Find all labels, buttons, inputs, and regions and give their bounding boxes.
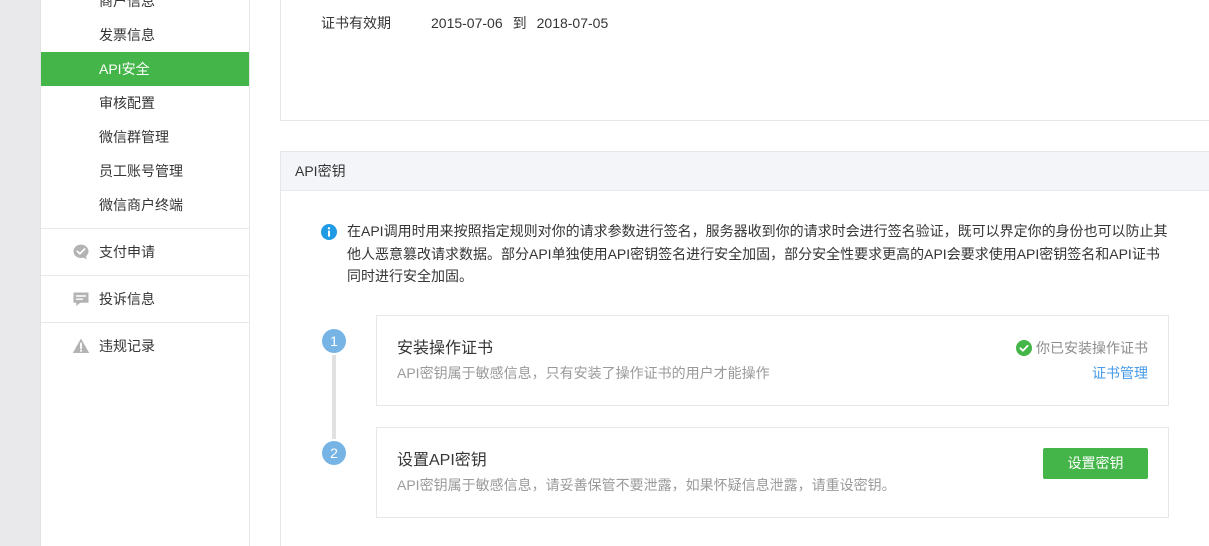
step-description: API密钥属于敏感信息，只有安装了操作证书的用户才能操作 — [397, 365, 770, 381]
api-key-panel-header: API密钥 — [281, 152, 1209, 191]
step-description: API密钥属于敏感信息，请妥善保管不要泄露，如果怀疑信息泄露，请重设密钥。 — [397, 477, 896, 493]
step-number-badge: 1 — [322, 329, 346, 353]
step-set-api-key: 设置API密钥 API密钥属于敏感信息，请妥善保管不要泄露，如果怀疑信息泄露，请… — [376, 427, 1169, 518]
sidebar-item-wechat-merchant-terminal[interactable]: 微信商户终端 — [41, 188, 249, 222]
certificate-end-date: 2018-07-05 — [536, 15, 609, 31]
set-api-key-button[interactable]: 设置密钥 — [1043, 448, 1148, 479]
certificate-start-date: 2015-07-06 — [431, 15, 503, 31]
sidebar-account-menu: 商户信息 发票信息 API安全 审核配置 微信群管理 员工账号管理 微信商户终端 — [41, 0, 249, 229]
step-connector-line — [332, 341, 336, 453]
sidebar-item-review-config[interactable]: 审核配置 — [41, 86, 249, 120]
sidebar-item-merchant-info[interactable]: 商户信息 — [41, 0, 249, 18]
sidebar-group-complaint-info[interactable]: 投诉信息 — [41, 276, 249, 323]
sidebar-group-payment-application[interactable]: 支付申请 — [41, 229, 249, 276]
complaint-message-icon — [72, 290, 90, 308]
step-title: 安装操作证书 — [397, 340, 494, 357]
check-circle-icon — [1016, 340, 1032, 356]
step-title: 设置API密钥 — [397, 452, 487, 469]
certificate-installed-text: 你已安装操作证书 — [1036, 340, 1148, 356]
certificate-validity-row: 证书有效期 2015-07-06 到 2018-07-05 — [321, 13, 608, 33]
certificate-installed-status: 你已安装操作证书 — [1016, 338, 1148, 358]
step-install-certificate: 安装操作证书 API密钥属于敏感信息，只有安装了操作证书的用户才能操作 你已安装… — [376, 315, 1169, 406]
sidebar-group-violation-records[interactable]: 违规记录 — [41, 323, 249, 370]
step-number-badge: 2 — [322, 441, 346, 465]
info-text-line: 他人恶意篡改请求数据。部分API单独使用API密钥签名进行安全加固，部分安全性要… — [347, 245, 1160, 262]
page-gutter — [0, 0, 40, 546]
certificate-management-link[interactable]: 证书管理 — [1092, 363, 1148, 383]
date-range-separator: 到 — [512, 15, 527, 31]
payment-check-icon — [72, 243, 90, 261]
sidebar-group-label: 投诉信息 — [99, 291, 155, 307]
certificate-validity-label: 证书有效期 — [321, 15, 391, 31]
sidebar-group-label: 支付申请 — [99, 244, 155, 260]
info-icon — [321, 224, 337, 240]
info-text-line: 在API调用时用来按照指定规则对你的请求参数进行签名，服务器收到你的请求时会进行… — [347, 223, 1168, 239]
api-key-info-text: 在API调用时用来按照指定规则对你的请求参数进行签名，服务器收到你的请求时会进行… — [347, 220, 1168, 288]
sidebar-group-label: 违规记录 — [99, 338, 155, 354]
sidebar-item-staff-account-management[interactable]: 员工账号管理 — [41, 154, 249, 188]
sidebar-item-invoice-info[interactable]: 发票信息 — [41, 18, 249, 52]
certificate-panel: 证书有效期 2015-07-06 到 2018-07-05 — [280, 0, 1209, 121]
api-key-panel: API密钥 在API调用时用来按照指定规则对你的请求参数进行签名，服务器收到你的… — [280, 151, 1209, 546]
info-text-line: 同时进行安全加固。 — [347, 268, 473, 284]
api-key-panel-title: API密钥 — [295, 163, 346, 179]
sidebar-item-api-security[interactable]: API安全 — [41, 52, 249, 86]
warning-icon — [72, 337, 90, 355]
sidebar-item-wechat-group-management[interactable]: 微信群管理 — [41, 120, 249, 154]
sidebar: 商户信息 发票信息 API安全 审核配置 微信群管理 员工账号管理 微信商户终端… — [40, 0, 250, 546]
